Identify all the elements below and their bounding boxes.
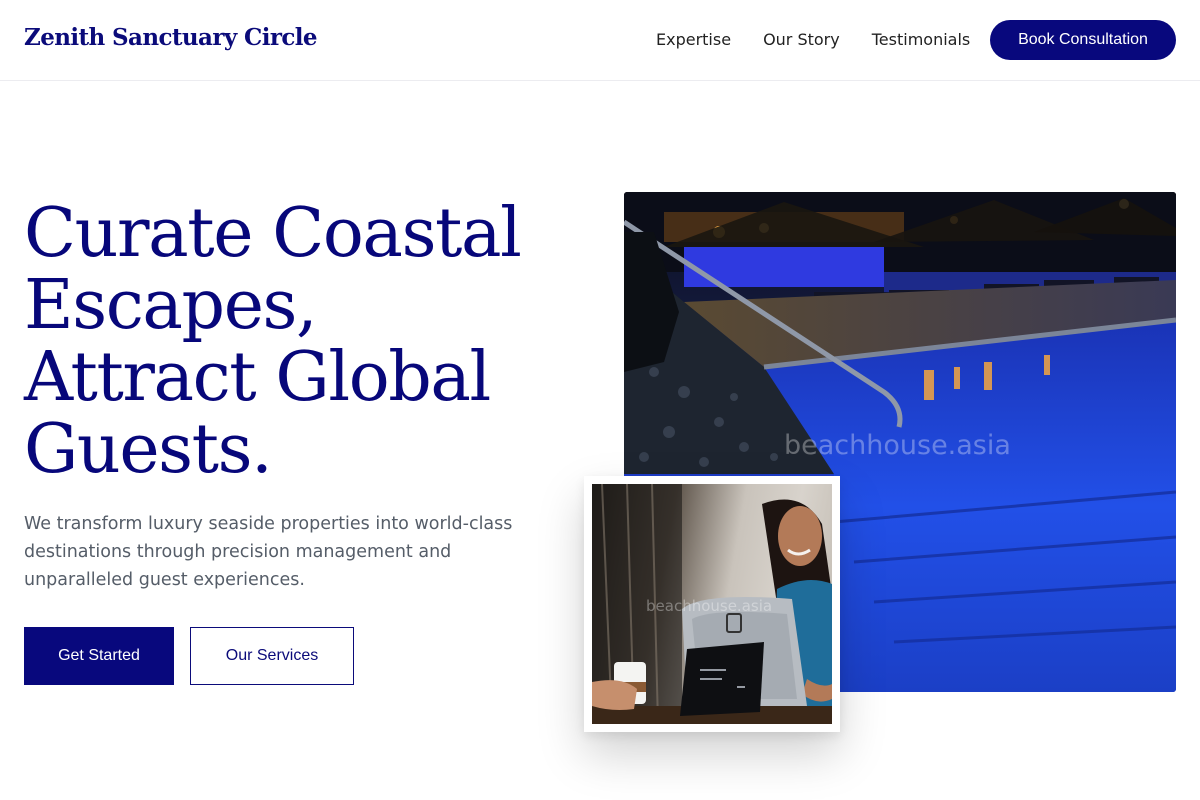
nav-link-testimonials[interactable]: Testimonials xyxy=(872,30,971,50)
watermark: beachhouse.asia xyxy=(784,430,1011,461)
watermark-small: beachhouse.asia xyxy=(646,597,773,615)
hero-title-line: Attract Global xyxy=(24,338,491,417)
main-nav: Expertise Our Story Testimonials xyxy=(656,30,1002,50)
get-started-button[interactable]: Get Started xyxy=(24,627,174,685)
our-services-button[interactable]: Our Services xyxy=(190,627,354,685)
hero-title-line: Curate Coastal xyxy=(24,194,522,273)
hero-title: Curate Coastal Escapes, Attract Global G… xyxy=(24,198,584,486)
site-header: Zenith Sanctuary Circle Expertise Our St… xyxy=(0,0,1200,81)
hero-title-line: Escapes, xyxy=(24,266,318,345)
book-consultation-button[interactable]: Book Consultation xyxy=(990,20,1176,60)
nav-link-expertise[interactable]: Expertise xyxy=(656,30,731,50)
hero-subtitle: We transform luxury seaside properties i… xyxy=(24,514,513,590)
nav-link-our-story[interactable]: Our Story xyxy=(763,30,840,50)
hero-title-line: Guests. xyxy=(24,410,273,489)
brand-logo[interactable]: Zenith Sanctuary Circle xyxy=(24,24,318,51)
